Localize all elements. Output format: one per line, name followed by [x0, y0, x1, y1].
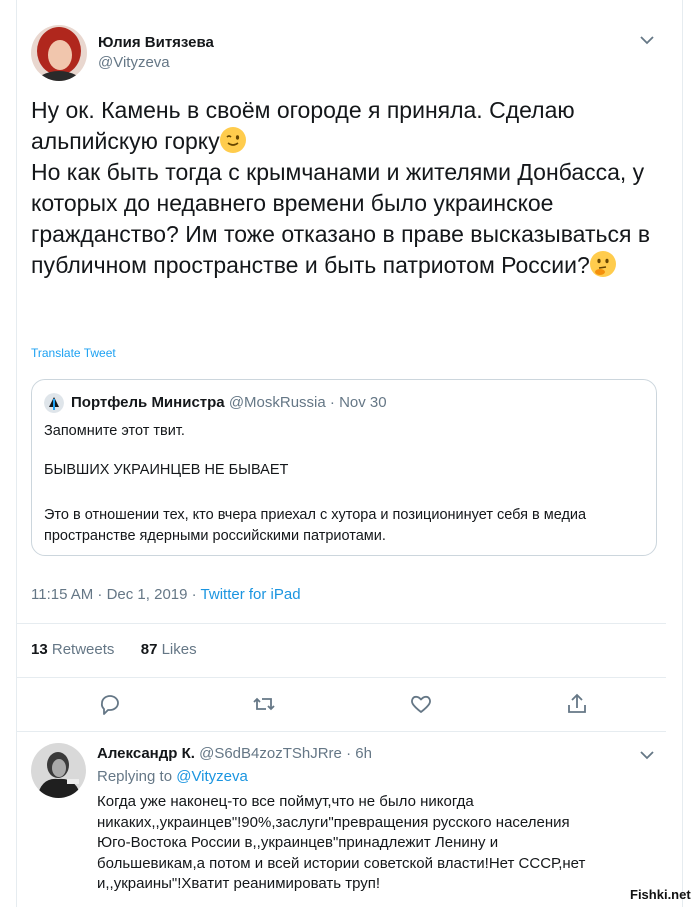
quoted-author-handle[interactable]: @MoskRussia	[229, 394, 326, 411]
retweets-stat[interactable]: 13 Retweets	[31, 641, 114, 658]
quoted-author-name[interactable]: Портфель Министра	[71, 394, 225, 411]
quoted-header: Портфель Министра @MoskRussia · Nov 30	[71, 394, 387, 411]
divider	[16, 731, 666, 732]
likes-stat[interactable]: 87 Likes	[141, 641, 197, 658]
tweet-text-part1: Ну ок. Камень в своём огороде я приняла.…	[31, 97, 575, 154]
author-avatar[interactable]	[31, 25, 87, 81]
reply-icon[interactable]	[97, 691, 123, 717]
chevron-down-icon[interactable]	[639, 33, 655, 47]
author-name[interactable]: Юлия Витязева	[98, 34, 214, 51]
translate-tweet-link[interactable]: Translate Tweet	[31, 346, 116, 360]
retweets-label: Retweets	[51, 641, 115, 658]
reply-separator: ·	[346, 745, 352, 762]
retweets-count: 13	[31, 641, 48, 658]
tweet-stats: 13 Retweets 87 Likes	[31, 641, 197, 658]
tweet-text: Ну ок. Камень в своём огороде я приняла.…	[31, 95, 651, 281]
reply-text: Когда уже наконец-то все поймут,что не б…	[97, 793, 586, 892]
quoted-line-3: Это в отношении тех, кто вчера приехал с…	[44, 507, 587, 544]
reply-author-handle[interactable]: @S6dB4zozTShJRre	[199, 745, 342, 762]
share-icon[interactable]	[564, 691, 590, 717]
watermark: Fishki.net	[630, 887, 691, 902]
quoted-author-avatar	[44, 393, 64, 413]
author-handle[interactable]: @Vityzeva	[98, 54, 170, 71]
likes-count: 87	[140, 641, 158, 658]
tweet-source[interactable]: Twitter for iPad	[201, 586, 301, 603]
winking-face-emoji	[219, 127, 246, 153]
reply-time[interactable]: 6h	[355, 745, 372, 762]
chevron-down-icon[interactable]	[639, 748, 655, 762]
likes-label: Likes	[161, 641, 197, 658]
tweet-meta: 11:15 AM · Dec 1, 2019 · Twitter for iPa…	[31, 586, 301, 603]
quoted-line-2: БЫВШИХ УКРАИНЦЕВ НЕ БЫВАЕТ	[44, 462, 289, 478]
reply-header: Александр К. @S6dB4zozTShJRre · 6h	[97, 745, 372, 762]
replying-to: Replying to @Vityzeva	[97, 768, 248, 785]
retweet-icon[interactable]	[251, 691, 277, 717]
quoted-line-1: Запомните этот твит.	[44, 423, 185, 439]
reply-author-name[interactable]: Александр К.	[97, 745, 195, 762]
tweet-timestamp[interactable]: 11:15 AM · Dec 1, 2019 ·	[31, 586, 201, 603]
quoted-separator: ·	[329, 394, 335, 411]
like-icon[interactable]	[408, 691, 434, 717]
reply-author-avatar[interactable]	[31, 743, 86, 798]
replying-to-handle[interactable]: @Vityzeva	[176, 768, 248, 785]
divider	[16, 677, 666, 678]
replying-to-label: Replying to	[97, 768, 177, 785]
quoted-date[interactable]: Nov 30	[339, 394, 387, 411]
tweet-text-part2: Но как быть тогда с крымчанами и жителям…	[31, 159, 651, 278]
divider	[16, 623, 666, 624]
thinking-face-emoji	[589, 251, 616, 277]
